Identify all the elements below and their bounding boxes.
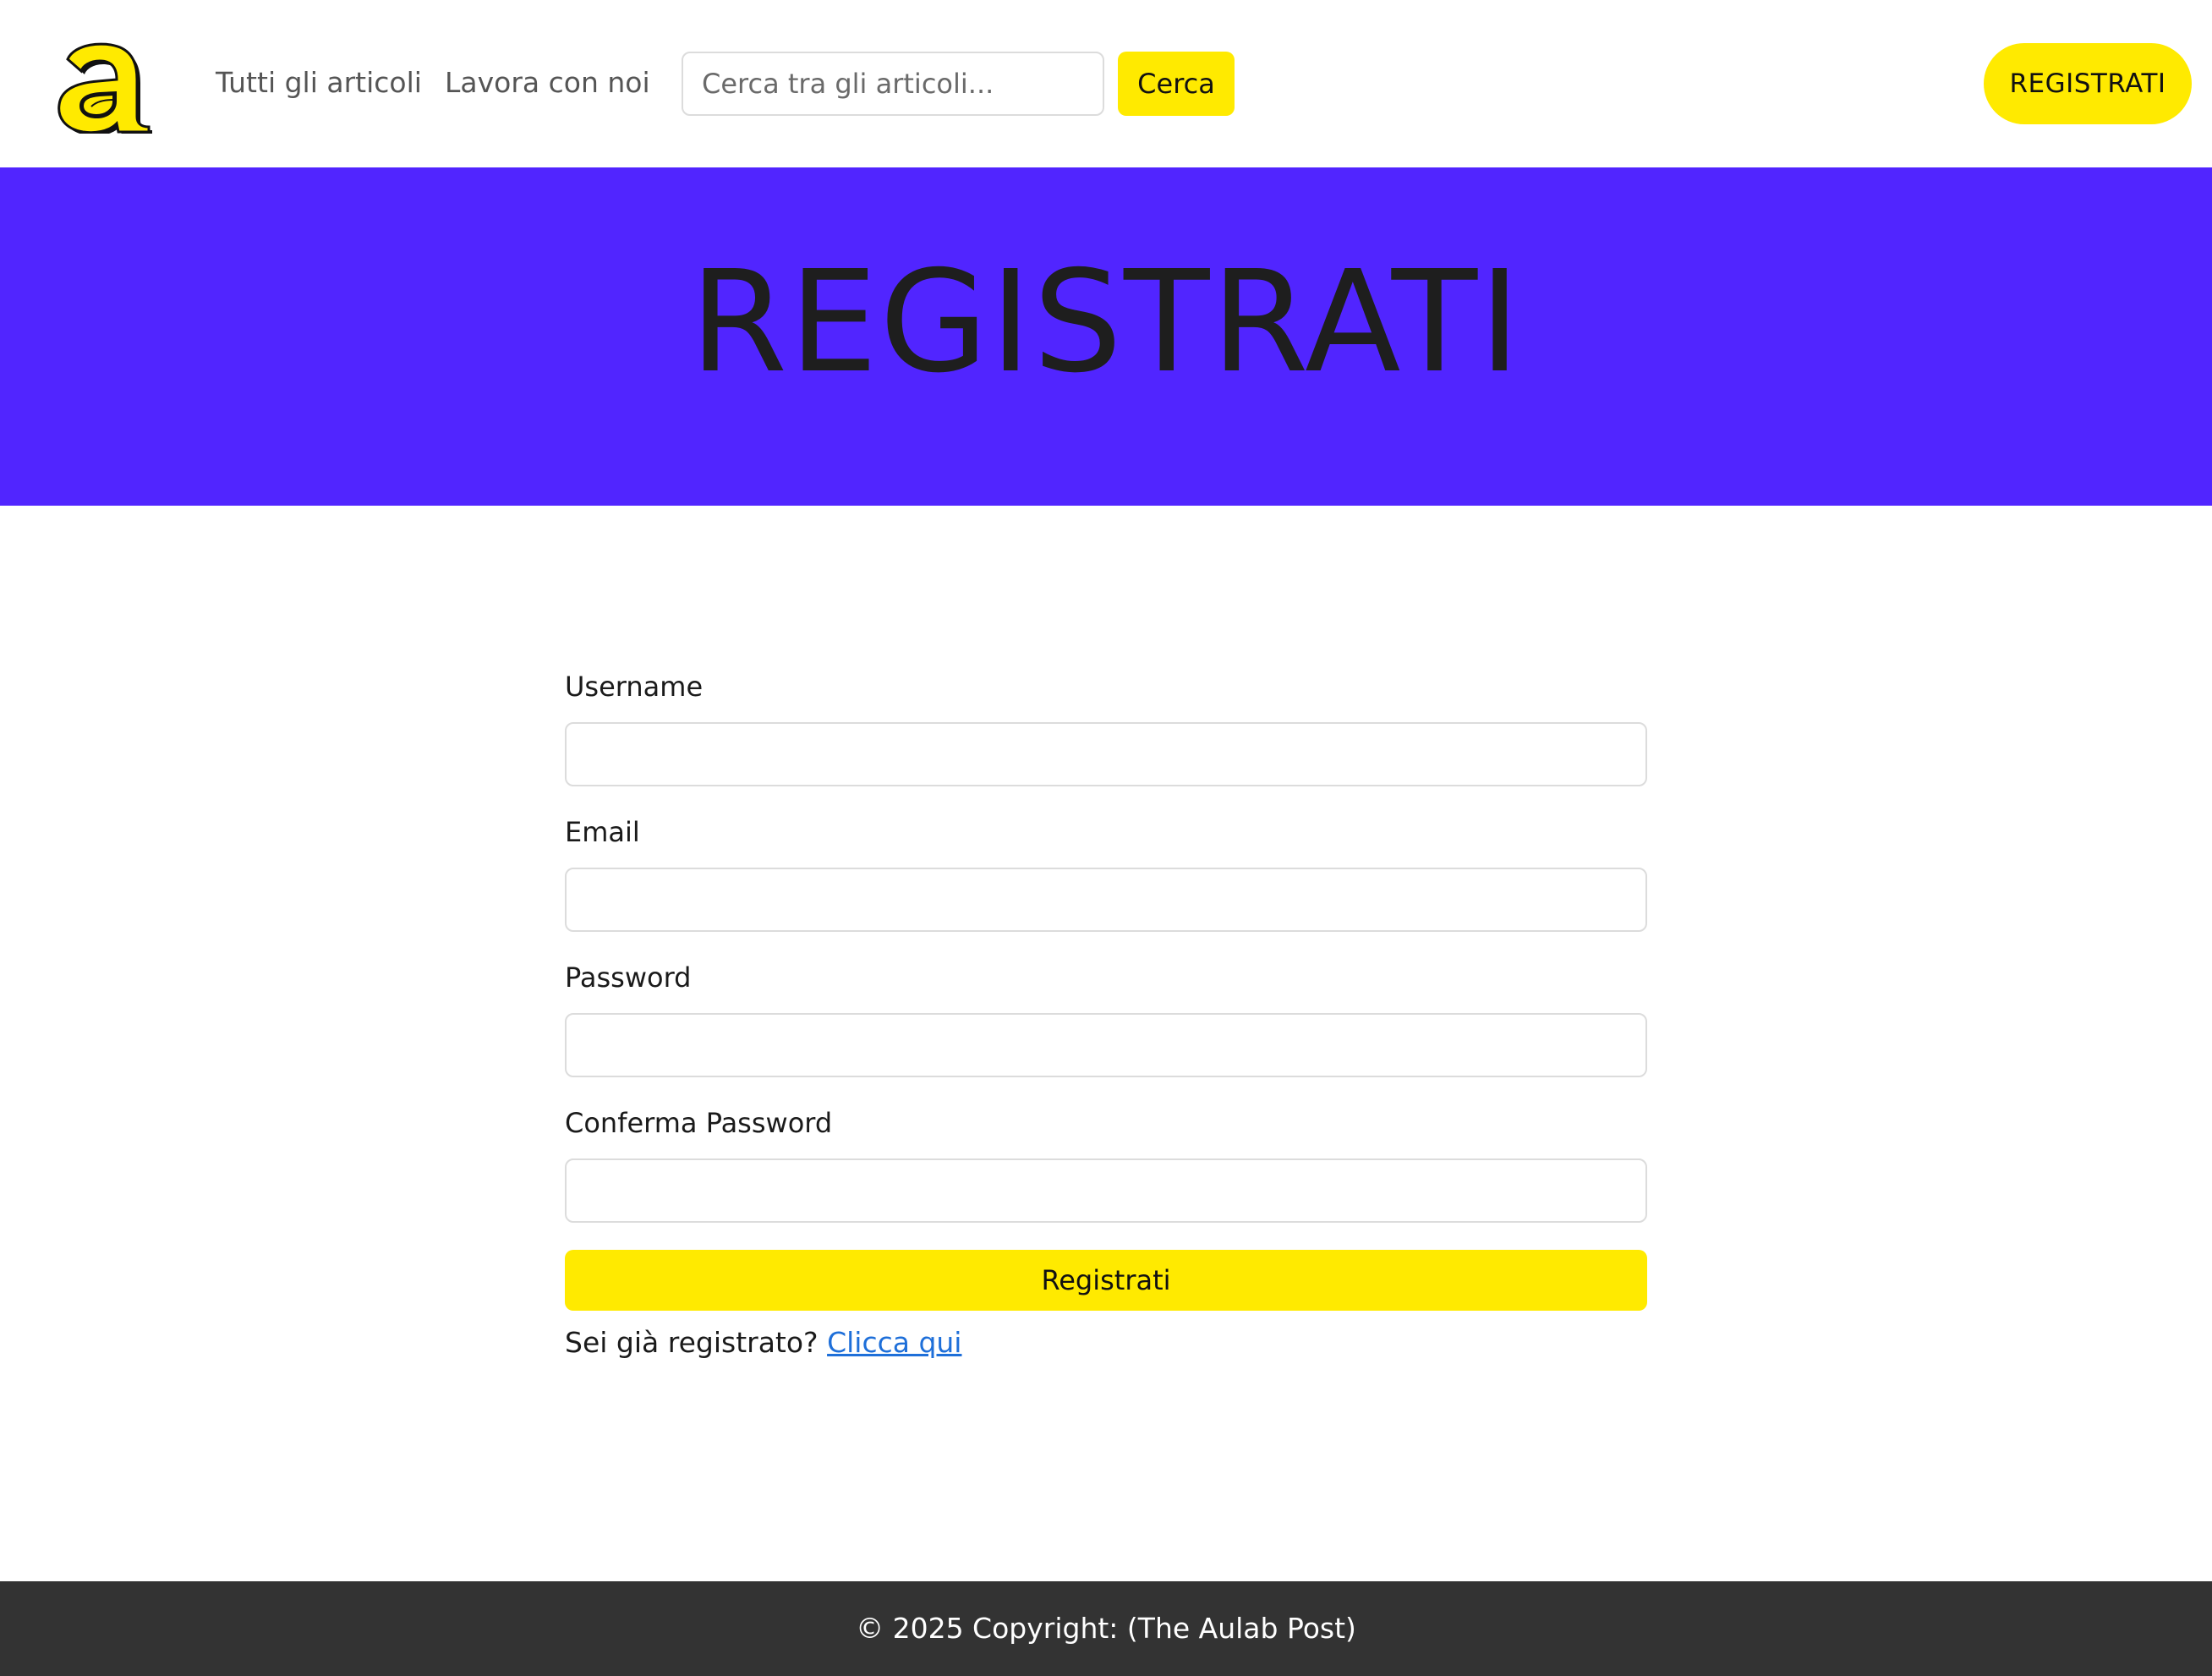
aulab-logo-icon[interactable] bbox=[52, 39, 152, 136]
nav-link-all-articles[interactable]: Tutti gli articoli bbox=[216, 64, 422, 101]
footer: © 2025 Copyright: (The Aulab Post) bbox=[0, 1581, 2212, 1676]
login-prompt: Sei già registrato? Clicca qui bbox=[565, 1323, 961, 1363]
email-field[interactable] bbox=[565, 868, 1647, 932]
password-label: Password bbox=[565, 961, 692, 994]
navbar: Tutti gli articoli Lavora con noi Cerca … bbox=[0, 0, 2212, 167]
confirm-password-field[interactable] bbox=[565, 1158, 1647, 1223]
email-label: Email bbox=[565, 816, 640, 848]
register-submit-button[interactable]: Registrati bbox=[565, 1250, 1647, 1311]
username-label: Username bbox=[565, 671, 704, 703]
confirm-password-label: Conferma Password bbox=[565, 1107, 833, 1139]
username-field[interactable] bbox=[565, 722, 1647, 786]
register-nav-button[interactable]: REGISTRATI bbox=[1984, 43, 2192, 124]
password-field[interactable] bbox=[565, 1013, 1647, 1077]
page-title: REGISTRATI bbox=[689, 241, 1523, 404]
login-prompt-text: Sei già registrato? bbox=[565, 1326, 819, 1359]
login-link[interactable]: Clicca qui bbox=[827, 1326, 961, 1359]
hero-banner: REGISTRATI bbox=[0, 167, 2212, 506]
search-input[interactable] bbox=[682, 52, 1104, 116]
nav-link-work-with-us[interactable]: Lavora con noi bbox=[445, 64, 650, 101]
search-button[interactable]: Cerca bbox=[1118, 52, 1235, 116]
copyright-text: © 2025 Copyright: (The Aulab Post) bbox=[856, 1612, 1356, 1645]
